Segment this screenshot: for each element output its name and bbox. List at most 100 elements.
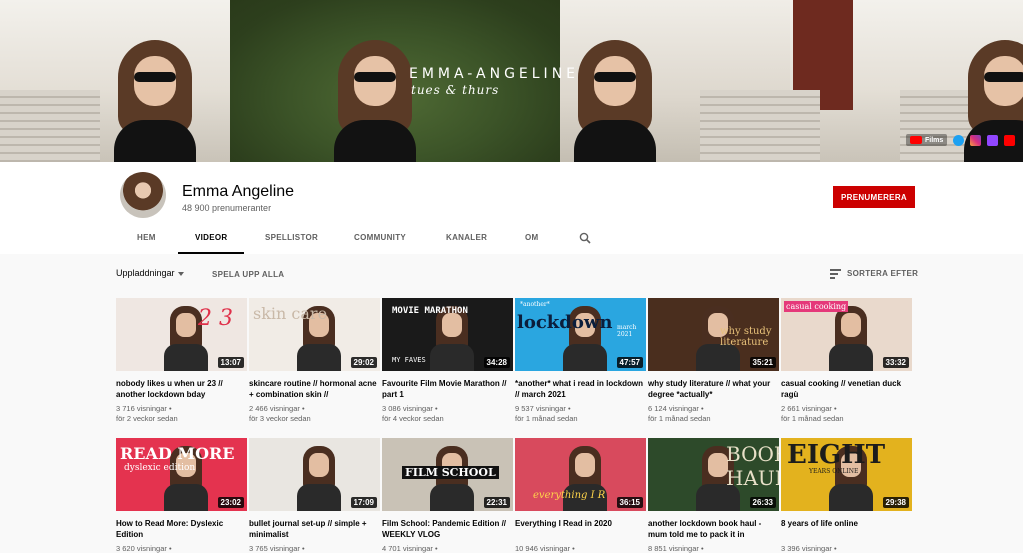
video-age: för 4 veckor sedan [382, 414, 444, 423]
video-age: för 3 veckor sedan [249, 414, 311, 423]
avatar[interactable] [120, 172, 166, 218]
video-title[interactable]: How to Read More: Dyslexic Edition [116, 518, 247, 540]
video-duration: 33:32 [882, 357, 909, 368]
tab-channels[interactable]: KANALER [446, 226, 487, 254]
banner-portrait [320, 40, 430, 162]
video-card[interactable]: everything I R 36:15 Everything I Read in … [515, 438, 646, 553]
video-card[interactable]: 2 3 13:07 nobody likes u when ur 23 // ano… [116, 298, 247, 424]
youtube-small-icon[interactable] [1004, 134, 1016, 146]
thumbnail-portrait [563, 446, 607, 511]
video-card[interactable]: skin care 29:02 skincare routine // hormon… [249, 298, 380, 424]
video-views: 3 086 visningar • [382, 404, 438, 413]
subscribe-button[interactable]: PRENUMERERA [833, 186, 915, 208]
thumbnail-text: *another* [520, 301, 550, 308]
video-duration: 34:28 [483, 357, 510, 368]
video-thumbnail[interactable]: skin care 29:02 [249, 298, 380, 371]
video-title[interactable]: nobody likes u when ur 23 // another loc… [116, 378, 247, 400]
thumbnail-portrait [297, 446, 341, 511]
video-duration: 36:15 [616, 497, 643, 508]
search-icon[interactable] [579, 232, 591, 244]
video-views: 2 466 visningar • [249, 404, 305, 413]
thumbnail-text: casual cooking [784, 301, 849, 312]
twitter-icon[interactable] [953, 134, 965, 146]
thumbnail-text: lockdown [517, 312, 613, 333]
video-duration: 22:31 [483, 497, 510, 508]
twitch-icon[interactable] [987, 134, 999, 146]
video-views: 8 851 visningar • [648, 544, 704, 553]
uploads-label: Uppladdningar [116, 268, 175, 278]
video-age: för 1 månad sedan [781, 414, 844, 423]
video-thumbnail[interactable]: 17:09 [249, 438, 380, 511]
instagram-icon[interactable] [970, 134, 982, 146]
video-title[interactable]: Everything I Read in 2020 [515, 518, 646, 540]
thumbnail-portrait [829, 306, 873, 371]
video-views: 6 124 visningar • [648, 404, 704, 413]
video-age: för 2 veckor sedan [116, 414, 178, 423]
video-thumbnail[interactable]: FILM SCHOOL 22:31 [382, 438, 513, 511]
thumbnail-text: MY FAVES [392, 356, 426, 364]
video-card[interactable]: BOOK HAUL 26:33 another lockdown book haul… [648, 438, 779, 553]
video-thumbnail[interactable]: everything I R 36:15 [515, 438, 646, 511]
tab-videos[interactable]: VIDEOR [178, 226, 245, 254]
video-thumbnail[interactable]: MOVIE MARATHON MY FAVES 34:28 [382, 298, 513, 371]
banner-portrait [100, 40, 210, 162]
video-title[interactable]: why study literature // what your degree… [648, 378, 779, 400]
video-thumbnail[interactable]: casual cooking 33:32 [781, 298, 912, 371]
films-link-label: Films [925, 136, 944, 144]
video-thumbnail[interactable]: BOOK HAUL 26:33 [648, 438, 779, 511]
video-duration: 13:07 [217, 357, 244, 368]
video-duration: 26:33 [749, 497, 776, 508]
video-card[interactable]: why study literature 35:21 why study liter… [648, 298, 779, 424]
video-duration: 29:38 [882, 497, 909, 508]
subscriber-count: 48 900 prenumeranter [182, 203, 272, 213]
channel-header: Emma Angeline 48 900 prenumeranter PRENU… [0, 162, 1023, 254]
video-thumbnail[interactable]: why study literature 35:21 [648, 298, 779, 371]
video-card[interactable]: MOVIE MARATHON MY FAVES 34:28 Favourite Fil… [382, 298, 513, 424]
video-age: för 1 månad sedan [648, 414, 711, 423]
video-duration: 23:02 [217, 497, 244, 508]
thumbnail-text: everything I R [533, 490, 606, 501]
video-card[interactable]: READ MORE dyslexic edition 23:02 How to Rea… [116, 438, 247, 553]
video-title[interactable]: another lockdown book haul - mum told me… [648, 518, 779, 540]
uploads-dropdown[interactable]: Uppladdningar [116, 268, 184, 278]
video-title[interactable]: Favourite Film Movie Marathon // part 1 [382, 378, 513, 400]
tab-community[interactable]: COMMUNITY [354, 226, 406, 254]
banner-links: Films [906, 131, 1016, 149]
sort-label: SORTERA EFTER [847, 269, 919, 278]
video-thumbnail[interactable]: READ MORE dyslexic edition 23:02 [116, 438, 247, 511]
channel-tabs: HEM VIDEOR SPELLISTOR COMMUNITY KANALER … [0, 226, 1023, 254]
play-all-button[interactable]: SPELA UPP ALLA [212, 270, 284, 279]
video-duration: 47:57 [616, 357, 643, 368]
thumbnail-text: READ MORE [120, 444, 235, 463]
video-title[interactable]: Film School: Pandemic Edition // WEEKLY … [382, 518, 513, 540]
video-card[interactable]: lockdown *another* march 2021 47:57 *another… [515, 298, 646, 424]
video-title[interactable]: bullet journal set-up // simple + minima… [249, 518, 380, 540]
banner-title: EMMA-ANGELINE [409, 66, 580, 82]
channel-name: Emma Angeline [182, 183, 295, 200]
video-card[interactable]: 17:09 bullet journal set-up // simple + m… [249, 438, 380, 553]
video-title[interactable]: skincare routine // hormonal acne + comb… [249, 378, 380, 400]
tab-home[interactable]: HEM [137, 226, 156, 254]
tab-about[interactable]: OM [525, 226, 539, 254]
banner-steps-right [700, 90, 820, 162]
video-title[interactable]: *another* what i read in lockdown // mar… [515, 378, 646, 400]
video-views: 10 946 visningar • [515, 544, 575, 553]
video-card[interactable]: EIGHT YEARS ONLINE 29:38 8 years of life on… [781, 438, 912, 553]
thumbnail-text: march 2021 [617, 324, 637, 338]
video-duration: 29:02 [350, 357, 377, 368]
tab-playlists[interactable]: SPELLISTOR [265, 226, 318, 254]
thumbnail-text: MOVIE MARATHON [392, 306, 468, 316]
video-thumbnail[interactable]: 2 3 13:07 [116, 298, 247, 371]
video-thumbnail[interactable]: EIGHT YEARS ONLINE 29:38 [781, 438, 912, 511]
video-views: 9 537 visningar • [515, 404, 571, 413]
youtube-icon [910, 136, 922, 144]
sort-button[interactable]: SORTERA EFTER [830, 269, 919, 279]
video-title[interactable]: casual cooking // venetian duck ragù [781, 378, 912, 400]
films-link[interactable]: Films [906, 134, 948, 146]
thumbnail-text: skin care [253, 304, 328, 323]
video-thumbnail[interactable]: lockdown *another* march 2021 47:57 [515, 298, 646, 371]
video-views: 3 716 visningar • [116, 404, 172, 413]
video-card[interactable]: casual cooking 33:32 casual cooking // ven… [781, 298, 912, 424]
video-title[interactable]: 8 years of life online [781, 518, 912, 540]
video-card[interactable]: FILM SCHOOL 22:31 Film School: Pandemic Ed… [382, 438, 513, 553]
